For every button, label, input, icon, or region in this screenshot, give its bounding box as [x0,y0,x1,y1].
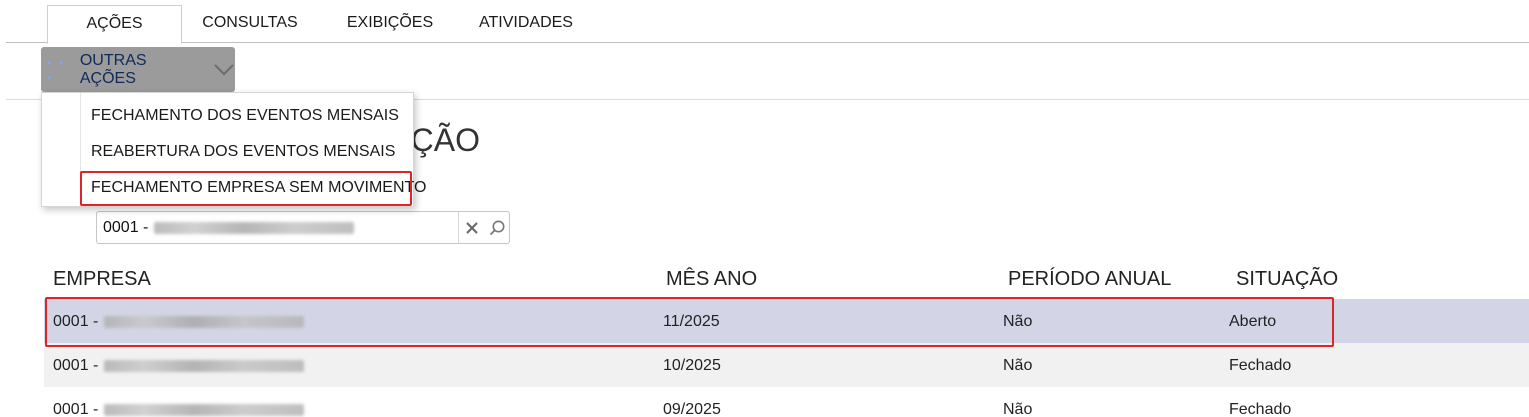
cell-periodo-anual: Não [1003,313,1033,330]
cell-situacao: Fechado [1229,357,1292,374]
chevron-down-icon [214,63,234,76]
menu-item-reabertura-eventos-mensais[interactable]: REABERTURA DOS EVENTOS MENSAIS [91,143,395,161]
outras-acoes-label: OUTRAS AÇÕES [79,51,147,87]
column-header-mes-ano[interactable]: MÊS ANO [666,268,757,291]
redacted-company-name [104,316,305,328]
column-header-periodo-anual[interactable]: PERÍODO ANUAL [1008,268,1171,291]
tab-acoes[interactable]: AÇÕES [47,5,182,44]
empresa-filter-value: 0001 - [103,219,355,237]
table-row[interactable]: 0001 - 11/2025 Não Aberto [44,299,1529,343]
cell-empresa: 0001 - [53,357,305,375]
redacted-company-name [104,404,305,416]
menu-item-fechamento-eventos-mensais[interactable]: FECHAMENTO DOS EVENTOS MENSAIS [91,107,399,125]
search-icon [489,220,504,235]
clear-filter-button[interactable] [458,212,484,243]
outras-acoes-button[interactable]: • • • OUTRAS AÇÕES [41,47,235,92]
tab-atividades[interactable]: ATIVIDADES [464,5,588,43]
column-header-situacao[interactable]: SITUAÇÃO [1236,268,1338,291]
menu-item-fechamento-empresa-sem-movimento[interactable]: FECHAMENTO EMPRESA SEM MOVIMENTO [91,179,426,197]
column-header-empresa[interactable]: EMPRESA [53,268,151,291]
cell-periodo-anual: Não [1003,401,1033,417]
app-window: AÇÕES CONSULTAS EXIBIÇÕES ATIVIDADES • •… [0,0,1529,417]
cell-situacao: Fechado [1229,401,1292,417]
close-icon [465,221,478,234]
cell-mes-ano: 10/2025 [663,357,721,374]
search-button[interactable] [484,212,509,243]
redacted-company-name [154,222,355,234]
cell-mes-ano: 11/2025 [663,313,720,330]
table-row[interactable]: 0001 - 10/2025 Não Fechado [44,343,1529,387]
table-row[interactable]: 0001 - 09/2025 Não Fechado [44,387,1529,417]
tab-consultas[interactable]: CONSULTAS [193,5,307,43]
more-dots-icon: • • • [47,54,66,85]
cell-empresa: 0001 - [53,401,305,417]
empresa-filter-field[interactable]: 0001 - [96,211,510,244]
cell-empresa: 0001 - [53,313,305,331]
table-header: EMPRESA MÊS ANO PERÍODO ANUAL SITUAÇÃO [44,264,1529,298]
menu-gutter [80,93,81,206]
outras-acoes-menu: FECHAMENTO DOS EVENTOS MENSAIS REABERTUR… [41,92,426,207]
tab-exibicoes[interactable]: EXIBIÇÕES [333,5,447,43]
redacted-company-name [104,360,305,372]
cell-situacao: Aberto [1229,313,1277,330]
cell-periodo-anual: Não [1003,357,1033,374]
tab-bar: AÇÕES CONSULTAS EXIBIÇÕES ATIVIDADES [6,0,1529,44]
cell-mes-ano: 09/2025 [663,401,721,417]
